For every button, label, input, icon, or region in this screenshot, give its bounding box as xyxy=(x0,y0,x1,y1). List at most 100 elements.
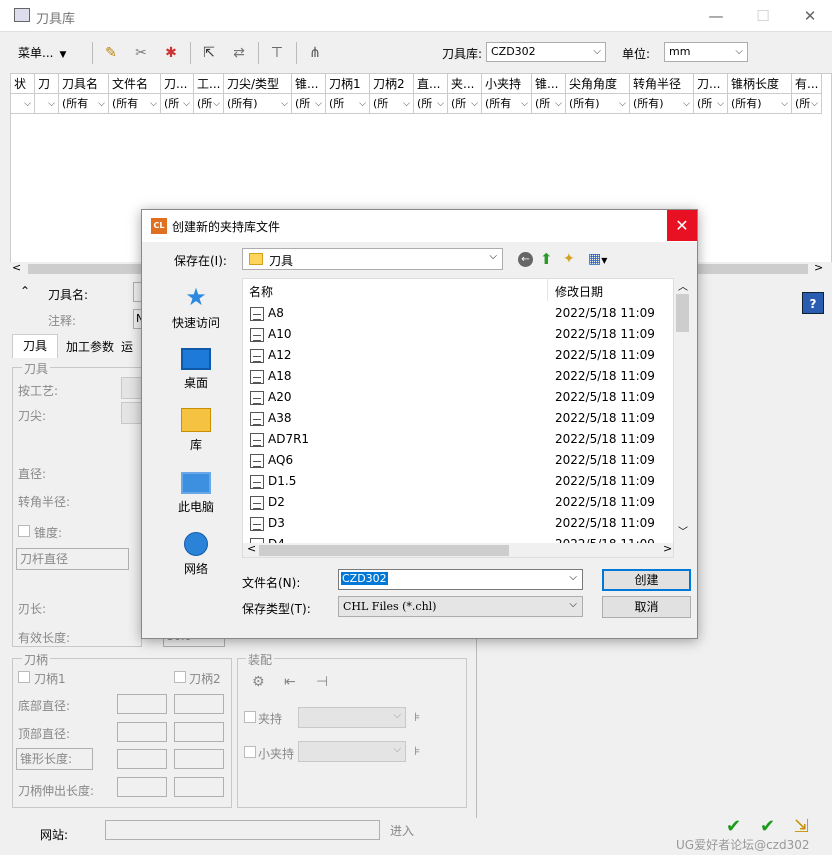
column-header[interactable]: 工... xyxy=(194,74,224,94)
clamp-pick-icon[interactable]: ⊧ xyxy=(414,710,420,724)
column-filter[interactable]: (所 ⌵ xyxy=(694,94,728,114)
apply-icon[interactable]: ✔ xyxy=(726,816,741,837)
column-filter[interactable]: ⌵ xyxy=(11,94,35,114)
overhang-input-2[interactable] xyxy=(174,777,224,797)
column-header[interactable]: 锥... xyxy=(532,74,566,94)
bottom-diameter-input-1[interactable] xyxy=(117,694,167,714)
file-row[interactable]: D1.5 2022/5/18 11:09 xyxy=(243,471,673,492)
tab-process[interactable]: 加工参数 xyxy=(60,336,120,358)
shank-diameter-button[interactable]: 刀杆直径 xyxy=(16,548,129,570)
exit-icon[interactable]: ⇲ xyxy=(794,816,809,837)
column-header[interactable]: 直... xyxy=(414,74,448,94)
column-filter[interactable]: (所 ⌵ xyxy=(370,94,414,114)
file-row[interactable]: D4 2022/5/18 11:09 xyxy=(243,534,673,543)
overhang-input-1[interactable] xyxy=(117,777,167,797)
column-filter[interactable]: (所 ⌵ xyxy=(448,94,482,114)
column-filter[interactable]: ⌵ xyxy=(35,94,59,114)
clamp-select[interactable]: ⌵ xyxy=(298,707,406,728)
dialog-close-button[interactable]: ✕ xyxy=(667,210,697,241)
column-header[interactable]: 尖角角度 xyxy=(566,74,630,94)
help-icon[interactable]: ? xyxy=(802,292,824,314)
column-header[interactable]: 状 xyxy=(11,74,35,94)
place-library[interactable]: 库 xyxy=(152,408,240,453)
small-clamp-select[interactable]: ⌵ xyxy=(298,741,406,762)
place-quick-access[interactable]: ★ 快速访问 xyxy=(152,284,240,331)
column-header[interactable]: 小夹持 xyxy=(482,74,532,94)
column-header[interactable]: 转角半径 xyxy=(630,74,694,94)
column-header[interactable]: 文件名 xyxy=(109,74,161,94)
back-icon[interactable]: ← xyxy=(518,252,533,267)
holder1-checkbox[interactable] xyxy=(18,671,30,683)
column-filter[interactable]: (所 ⌵ xyxy=(532,94,566,114)
file-row[interactable]: D2 2022/5/18 11:09 xyxy=(243,492,673,513)
column-header[interactable]: 刀尖/类型 xyxy=(224,74,292,94)
file-row[interactable]: A18 2022/5/18 11:09 xyxy=(243,366,673,387)
file-row[interactable]: A38 2022/5/18 11:09 xyxy=(243,408,673,429)
file-row[interactable]: A8 2022/5/18 11:09 xyxy=(243,303,673,324)
chevron-down-icon[interactable]: ﹀ xyxy=(678,523,688,538)
swap-icon[interactable]: ⇄ xyxy=(228,42,250,64)
column-filter[interactable]: (所 ⌵ xyxy=(292,94,326,114)
small-clamp-checkbox[interactable] xyxy=(244,746,256,758)
holder2-checkbox[interactable] xyxy=(174,671,186,683)
cone-length-button[interactable]: 锥形长度: xyxy=(16,748,93,770)
file-row[interactable]: AD7R1 2022/5/18 11:09 xyxy=(243,429,673,450)
menu-button[interactable]: 菜单... ▼ xyxy=(18,43,86,63)
column-filter[interactable]: (所有) ⌵ xyxy=(566,94,630,114)
cancel-button[interactable]: 取消 xyxy=(602,596,691,618)
column-filter[interactable]: (所 ⌵ xyxy=(414,94,448,114)
place-network[interactable]: 网络 xyxy=(152,532,240,577)
file-row[interactable]: A12 2022/5/18 11:09 xyxy=(243,345,673,366)
assembly-icon-2[interactable]: ⇤ xyxy=(284,674,296,690)
column-header[interactable]: 锥柄长度 xyxy=(728,74,792,94)
column-filter[interactable]: (所 ⌵ xyxy=(792,94,822,114)
column-header[interactable]: 刀具名 xyxy=(59,74,109,94)
chevron-up-icon[interactable]: ︿ xyxy=(678,278,688,293)
column-filter[interactable]: (所有) ⌵ xyxy=(728,94,792,114)
export-icon[interactable]: ⇱ xyxy=(198,42,220,64)
unit-select[interactable]: mm ⌵ xyxy=(664,42,748,62)
cone-length-input-2[interactable] xyxy=(174,749,224,769)
minimize-button[interactable]: — xyxy=(706,6,726,26)
column-filter[interactable]: (所 ⌵ xyxy=(326,94,370,114)
close-window-button[interactable]: ✕ xyxy=(800,6,820,26)
assembly-icon-3[interactable]: ⊣ xyxy=(316,674,328,690)
cone-length-input-1[interactable] xyxy=(117,749,167,769)
column-header[interactable]: 刀柄2 xyxy=(370,74,414,94)
new-tool-icon[interactable]: ✎ xyxy=(100,42,122,64)
column-header[interactable]: 锥... xyxy=(292,74,326,94)
delete-tool-icon[interactable]: ✂ xyxy=(130,42,152,64)
clamp-checkbox[interactable] xyxy=(244,711,256,723)
column-header[interactable]: 刀... xyxy=(694,74,728,94)
tip-select[interactable] xyxy=(121,402,142,424)
library-select[interactable]: CZD302 ⌵ xyxy=(486,42,606,62)
tab-tool[interactable]: 刀具 xyxy=(12,334,58,358)
bottom-diameter-input-2[interactable] xyxy=(174,694,224,714)
column-header[interactable]: 刀 xyxy=(35,74,59,94)
file-row[interactable]: D3 2022/5/18 11:09 xyxy=(243,513,673,534)
column-filter[interactable]: (所 ⌵ xyxy=(161,94,194,114)
column-header[interactable]: 刀... xyxy=(161,74,194,94)
chevron-left-icon[interactable]: < xyxy=(12,261,21,274)
columns-icon[interactable]: ⋔ xyxy=(304,42,326,64)
column-header-date[interactable]: 修改日期 xyxy=(548,279,673,301)
file-row[interactable]: A20 2022/5/18 11:09 xyxy=(243,387,673,408)
file-list-hscroll[interactable]: < > xyxy=(243,542,673,557)
vscroll-thumb[interactable] xyxy=(676,294,689,332)
place-this-pc[interactable]: 此电脑 xyxy=(152,470,240,515)
enter-label[interactable]: 进入 xyxy=(390,822,414,839)
apply-close-icon[interactable]: ✔ xyxy=(760,816,775,837)
column-filter[interactable]: (所有 ⌵ xyxy=(59,94,109,114)
create-button[interactable]: 创建 xyxy=(602,569,691,591)
column-filter[interactable]: (所有) ⌵ xyxy=(224,94,292,114)
filename-input[interactable]: CZD302 ⌵ xyxy=(338,569,583,590)
column-filter[interactable]: (所 ⌵ xyxy=(194,94,224,114)
taper-checkbox[interactable] xyxy=(18,525,30,537)
hscroll-thumb[interactable] xyxy=(259,545,509,556)
filetype-select[interactable]: CHL Files (*.chl) ⌵ xyxy=(338,596,583,617)
file-row[interactable]: A10 2022/5/18 11:09 xyxy=(243,324,673,345)
file-row[interactable]: AQ6 2022/5/18 11:09 xyxy=(243,450,673,471)
file-list-vscroll[interactable]: ︿ ﹀ xyxy=(674,278,691,541)
place-desktop[interactable]: 桌面 xyxy=(152,346,240,391)
column-header[interactable]: 有... xyxy=(792,74,822,94)
